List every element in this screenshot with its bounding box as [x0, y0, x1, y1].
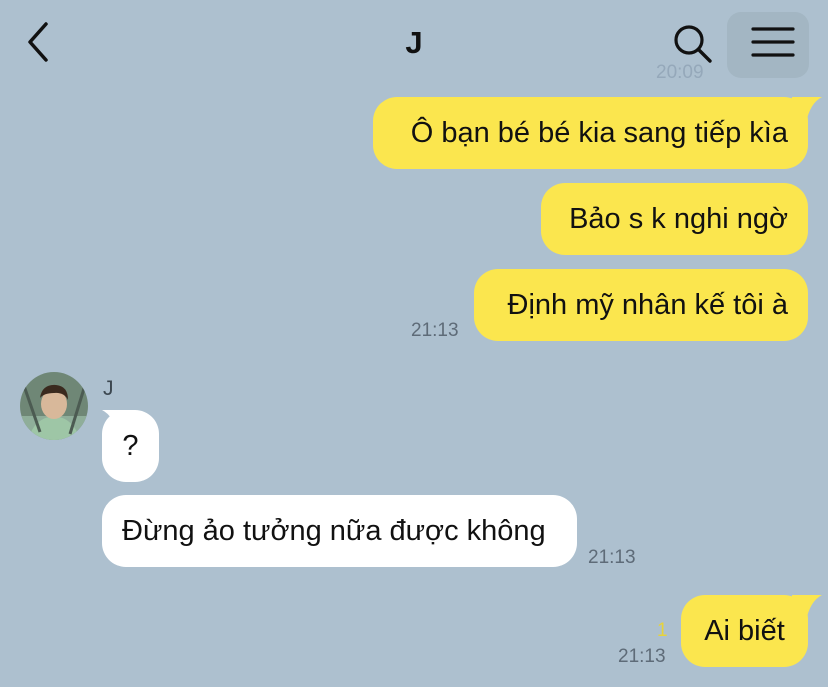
message-text: Ô bạn bé bé kia sang tiếp kìa: [410, 117, 788, 149]
menu-icon: [751, 27, 795, 57]
incoming-message[interactable]: Đừng ảo tưởng nữa được không: [102, 495, 577, 567]
message-timestamp: 21:13: [618, 646, 666, 667]
bubble-tail-icon: [792, 97, 822, 123]
avatar[interactable]: [20, 372, 88, 440]
message-text: Ai biết: [704, 615, 785, 647]
sender-name: J: [103, 377, 114, 400]
message-text: Định mỹ nhân kế tôi à: [507, 289, 788, 321]
outgoing-message[interactable]: Bảo s k nghi ngờ: [541, 183, 808, 255]
message-timestamp: 21:13: [411, 320, 459, 341]
message-text: Bảo s k nghi ngờ: [569, 203, 788, 235]
message-text: ?: [122, 430, 139, 462]
menu-button[interactable]: [727, 12, 809, 78]
read-count: 1: [657, 620, 668, 641]
outgoing-message[interactable]: Định mỹ nhân kế tôi à: [474, 269, 808, 341]
bubble-tail-icon: [792, 595, 822, 621]
incoming-message[interactable]: ?: [102, 410, 159, 482]
message-timestamp: 21:13: [588, 547, 636, 568]
message-text: Đừng ảo tưởng nữa được không: [122, 515, 546, 547]
avatar-photo-icon: [20, 372, 88, 440]
search-button[interactable]: [668, 18, 718, 68]
outgoing-message[interactable]: Ô bạn bé bé kia sang tiếp kìa: [373, 97, 808, 169]
search-icon: [674, 25, 712, 63]
outgoing-message[interactable]: Ai biết: [681, 595, 808, 667]
